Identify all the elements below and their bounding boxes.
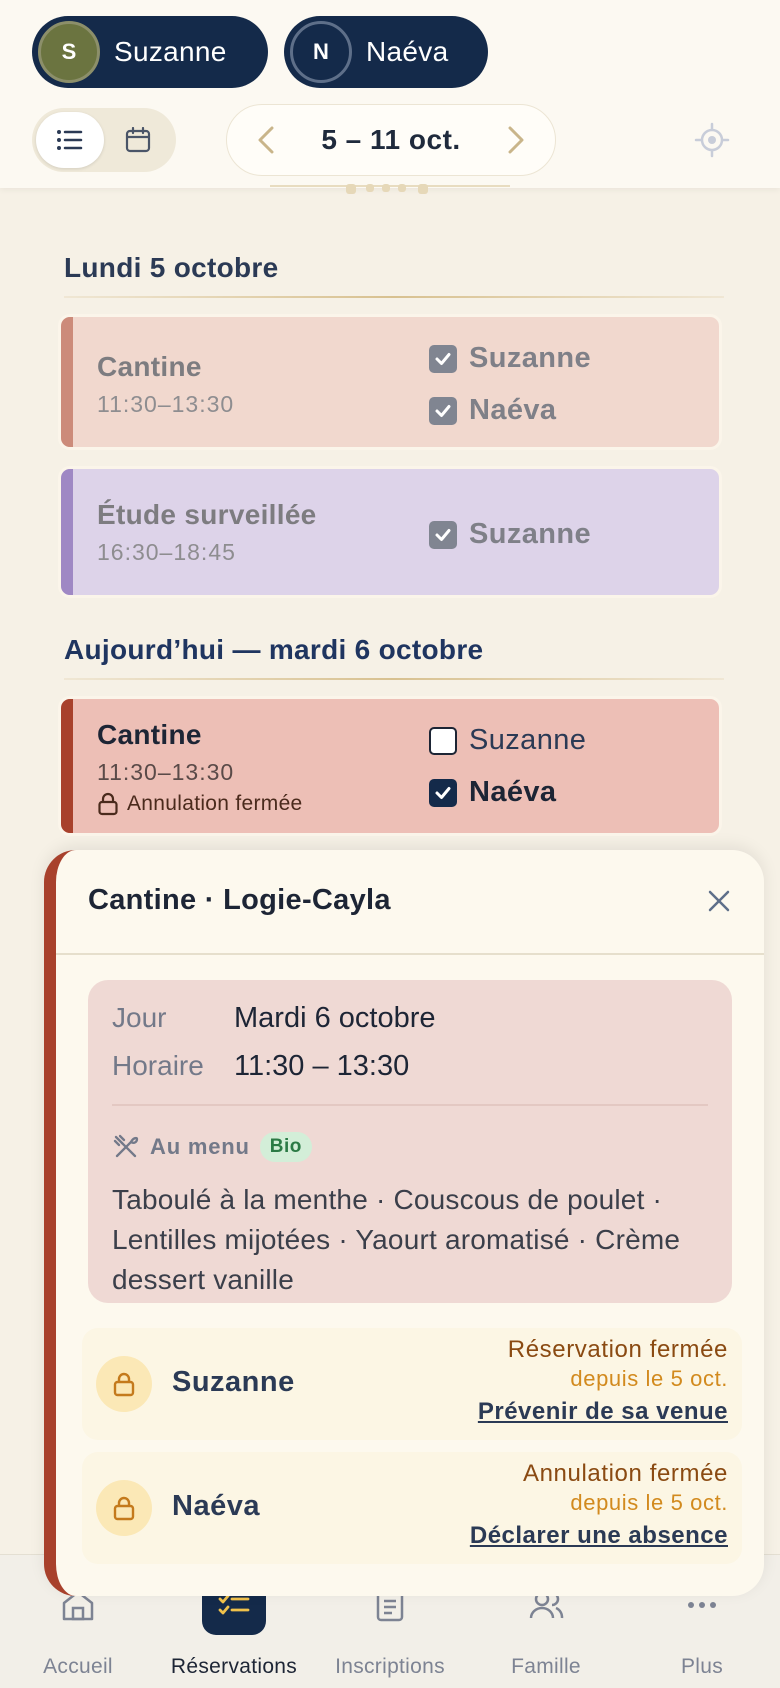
- avatar: N: [290, 21, 352, 83]
- locked-label: Annulation fermée: [127, 792, 303, 815]
- cancellation-locked: Annulation fermée: [97, 792, 303, 816]
- child-chip-name: Naéva: [366, 36, 449, 67]
- close-icon: [708, 890, 730, 912]
- child-chip-suzanne[interactable]: S Suzanne: [32, 16, 268, 88]
- attendance-checkbox-naeva[interactable]: Naéva: [429, 776, 556, 809]
- check-label: Naéva: [469, 776, 557, 808]
- divider: [56, 953, 764, 955]
- lock-badge: [96, 1356, 152, 1412]
- status-since: depuis le 5 oct.: [570, 1366, 728, 1391]
- check-icon: [435, 352, 451, 365]
- checkbox-checked: [429, 778, 457, 807]
- check-icon: [435, 786, 451, 799]
- week-navigator: 5 – 11 oct.: [226, 104, 556, 176]
- sheet-title: Cantine · Logie-Cayla: [88, 884, 391, 916]
- check-label: Suzanne: [469, 724, 587, 756]
- child-chip-naeva[interactable]: N Naéva: [284, 16, 488, 88]
- cancellation-status: Annulation fermée depuis le 5 oct. Décla…: [470, 1460, 728, 1550]
- reservation-status: Réservation fermée depuis le 5 oct. Prév…: [478, 1336, 728, 1426]
- chevron-right-icon: [508, 126, 524, 154]
- attendance-checkbox-suzanne[interactable]: Suzanne: [429, 518, 591, 551]
- lock-icon: [113, 1372, 135, 1397]
- checkbox-checked: [429, 520, 457, 549]
- previous-week-button[interactable]: [251, 120, 281, 160]
- divider: [112, 1104, 708, 1106]
- nav-label: Plus: [680, 1655, 724, 1678]
- day-heading: Lundi 5 octobre: [64, 252, 279, 283]
- list-icon: [57, 130, 83, 150]
- crosshair-icon: [694, 122, 730, 158]
- menu-items: Taboulé à la menthe · Couscous de poulet…: [112, 1184, 681, 1295]
- child-status-row-suzanne: Suzanne Réservation fermée depuis le 5 o…: [82, 1328, 742, 1440]
- activity-card-etude[interactable]: Étude surveillée 16:30–18:45 Suzanne: [58, 466, 722, 598]
- calendar-icon: [125, 127, 151, 153]
- close-button[interactable]: [704, 886, 734, 916]
- divider: [64, 678, 724, 680]
- checkbox-unchecked: [429, 726, 457, 755]
- status-since: depuis le 5 oct.: [570, 1490, 728, 1515]
- status-text: Annulation fermée: [523, 1460, 728, 1487]
- card-title: Cantine: [97, 719, 202, 750]
- next-week-button[interactable]: [501, 120, 531, 160]
- list-view-button[interactable]: [36, 112, 104, 168]
- child-chip-name: Suzanne: [114, 36, 227, 67]
- card-accent: [61, 699, 73, 833]
- menu-label: Au menu: [150, 1134, 250, 1159]
- card-time: 11:30–13:30: [97, 391, 235, 417]
- lock-icon: [98, 792, 118, 816]
- card-title: Cantine: [97, 351, 202, 382]
- status-text: Réservation fermée: [507, 1336, 728, 1363]
- check-label: Naéva: [469, 394, 557, 426]
- lock-icon: [113, 1496, 135, 1521]
- card-accent: [61, 317, 73, 447]
- divider: [64, 296, 724, 298]
- nav-label: Réservations: [170, 1655, 298, 1678]
- nav-label: Famille: [511, 1655, 581, 1678]
- child-name: Naéva: [172, 1490, 260, 1522]
- nav-label: Inscriptions: [335, 1655, 445, 1678]
- chevron-left-icon: [258, 126, 274, 154]
- checkbox-checked: [429, 396, 457, 425]
- header-ornament: [270, 184, 510, 194]
- top-bar: S Suzanne N Naéva 5 – 11 oct.: [0, 0, 780, 188]
- horaire-label: Horaire: [112, 1050, 204, 1081]
- activity-card-cantine[interactable]: Cantine 11:30–13:30 Suzanne Naéva: [58, 314, 722, 450]
- view-toggle: [32, 108, 176, 172]
- today-heading: Aujourd’hui — mardi 6 octobre: [64, 634, 484, 665]
- bio-badge: Bio: [259, 1132, 312, 1162]
- horaire-value: 11:30 – 13:30: [234, 1050, 410, 1082]
- child-status-row-naeva: Naéva Annulation fermée depuis le 5 oct.…: [82, 1452, 742, 1564]
- child-name: Suzanne: [172, 1366, 295, 1398]
- card-time: 16:30–18:45: [97, 539, 236, 565]
- attendance-checkbox-suzanne[interactable]: Suzanne: [429, 724, 586, 757]
- card-time: 11:30–13:30: [97, 759, 235, 785]
- menu-header: Au menu Bio: [112, 1132, 312, 1162]
- today-button[interactable]: [694, 122, 730, 158]
- check-label: Suzanne: [469, 342, 592, 374]
- card-accent: [61, 469, 73, 595]
- activity-detail-sheet: Cantine · Logie-Cayla Jour Mardi 6 octob…: [44, 850, 764, 1596]
- notify-arrival-link[interactable]: Prévenir de sa venue: [478, 1398, 728, 1426]
- lock-badge: [96, 1480, 152, 1536]
- calendar-view-button[interactable]: [104, 112, 172, 168]
- week-label: 5 – 11 oct.: [321, 124, 461, 155]
- declare-absence-link[interactable]: Déclarer une absence: [470, 1522, 728, 1550]
- activity-info-panel: Jour Mardi 6 octobre Horaire 11:30 – 13:…: [88, 980, 732, 1303]
- check-icon: [435, 528, 451, 541]
- jour-label: Jour: [112, 1002, 167, 1033]
- attendance-checkbox-suzanne[interactable]: Suzanne: [429, 342, 591, 375]
- avatar: S: [38, 21, 100, 83]
- checkbox-checked: [429, 344, 457, 373]
- nav-label: Accueil: [43, 1655, 113, 1678]
- check-icon: [435, 404, 451, 417]
- attendance-checkbox-naeva[interactable]: Naéva: [429, 394, 556, 427]
- card-title: Étude surveillée: [97, 499, 317, 530]
- utensils-crossed-icon: [113, 1134, 139, 1158]
- jour-value: Mardi 6 octobre: [234, 1002, 436, 1034]
- check-label: Suzanne: [469, 518, 592, 550]
- activity-card-cantine-today[interactable]: Cantine 11:30–13:30 Annulation fermée Su…: [58, 696, 722, 836]
